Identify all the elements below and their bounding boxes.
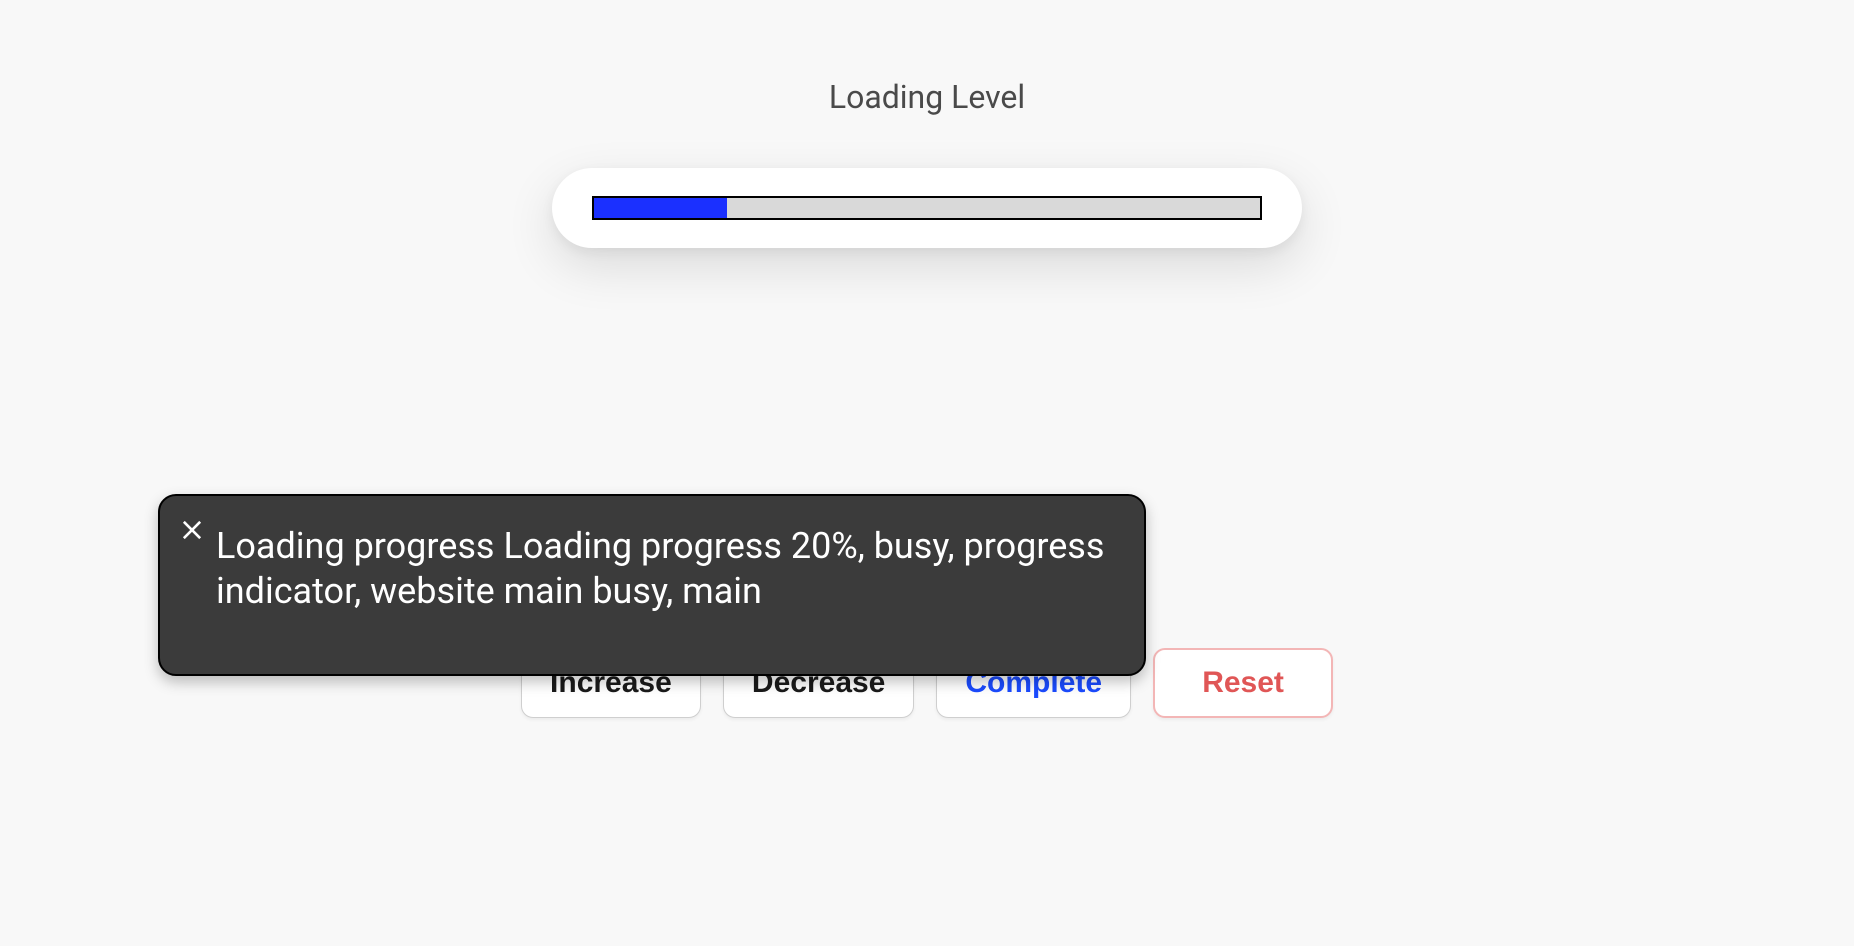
page-title: Loading Level: [0, 0, 1854, 116]
progress-card: [552, 168, 1302, 248]
tooltip-text: Loading progress Loading progress 20%, b…: [216, 520, 1108, 614]
close-icon[interactable]: [178, 510, 206, 538]
progress-bar-fill: [594, 198, 727, 218]
reset-button[interactable]: Reset: [1153, 648, 1333, 718]
accessibility-tooltip: Loading progress Loading progress 20%, b…: [158, 494, 1146, 676]
progress-bar[interactable]: [592, 196, 1262, 220]
